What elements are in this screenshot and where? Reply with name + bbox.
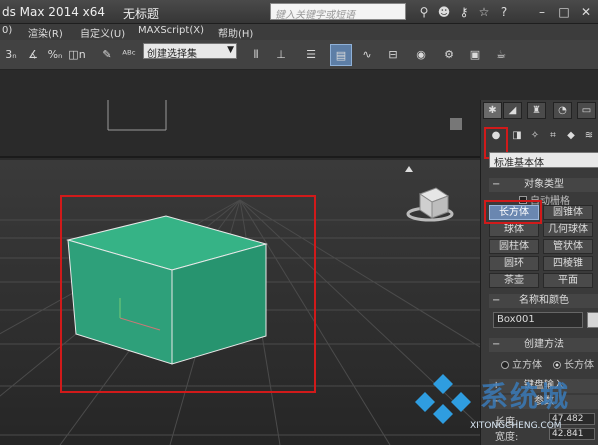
percent-snap-button[interactable]: %ₙ bbox=[44, 44, 66, 66]
sphere-button[interactable]: 球体 bbox=[489, 222, 539, 237]
render-setup-icon[interactable]: ⚙ bbox=[438, 44, 460, 66]
star-icon[interactable]: ☆ bbox=[476, 4, 492, 20]
pyramid-button[interactable]: 四棱锥 bbox=[543, 256, 593, 271]
spinner-label: n bbox=[78, 48, 86, 61]
menu-rendering[interactable]: 渲染(R) bbox=[28, 25, 63, 40]
width-label: 宽度: bbox=[495, 432, 519, 443]
edit-named-selection-icon[interactable]: ✎ bbox=[96, 44, 118, 66]
highlight-box-button bbox=[484, 200, 542, 224]
cone-button[interactable]: 圆锥体 bbox=[543, 205, 593, 220]
geosphere-button[interactable]: 几何球体 bbox=[543, 222, 593, 237]
viewport-perspective[interactable] bbox=[0, 160, 480, 445]
tube-button[interactable]: 管状体 bbox=[543, 239, 593, 254]
viewcube-icon bbox=[450, 118, 462, 130]
creation-method-header[interactable]: − 创建方法 bbox=[489, 338, 598, 352]
mirror-icon[interactable]: ⫴ bbox=[245, 44, 267, 66]
cube-radio[interactable]: 立方体 bbox=[501, 356, 542, 371]
angle-snap-icon[interactable]: ∡ bbox=[22, 44, 44, 66]
curve-editor-icon[interactable]: ∿ bbox=[356, 44, 378, 66]
plane-button[interactable]: 平面 bbox=[543, 273, 593, 288]
menu-views[interactable]: 0) bbox=[2, 25, 12, 36]
schematic-view-icon[interactable]: ⊟ bbox=[382, 44, 404, 66]
name-color-label: 名称和颜色 bbox=[519, 295, 569, 306]
cube-radio-label: 立方体 bbox=[512, 360, 542, 371]
material-editor-icon[interactable]: ◉ bbox=[410, 44, 432, 66]
title-bar: ds Max 2014 x64 无标题 键入关键字或短语 ⚲ ☻ ⚷ ☆ ? –… bbox=[0, 0, 598, 24]
community-icon[interactable]: ☻ bbox=[436, 4, 452, 20]
watermark-text: 系统城 bbox=[480, 380, 571, 413]
binoculars-icon[interactable]: ⚲ bbox=[416, 4, 432, 20]
hierarchy-tab[interactable]: ♜ bbox=[527, 102, 546, 119]
percent-label: % bbox=[47, 48, 59, 61]
close-icon[interactable]: ✕ bbox=[578, 4, 594, 20]
scene-explorer-icon[interactable]: ▤ bbox=[330, 44, 352, 66]
helpers-icon[interactable]: ◆ bbox=[563, 128, 579, 144]
menu-help[interactable]: 帮助(H) bbox=[218, 25, 253, 40]
key-icon[interactable]: ⚷ bbox=[456, 4, 472, 20]
torus-button[interactable]: 圆环 bbox=[489, 256, 539, 271]
cameras-icon[interactable]: ⌗ bbox=[545, 128, 561, 144]
search-input[interactable]: 键入关键字或短语 bbox=[270, 3, 406, 20]
restore-icon[interactable]: □ bbox=[556, 4, 572, 20]
object-type-header[interactable]: − 对象类型 bbox=[489, 178, 598, 192]
menu-customize[interactable]: 自定义(U) bbox=[80, 25, 125, 40]
box-radio[interactable]: 长方体 bbox=[553, 356, 594, 371]
lights-icon[interactable]: ✧ bbox=[527, 128, 543, 144]
motion-tab[interactable]: ◔ bbox=[553, 102, 572, 119]
main-toolbar: 3ₙ ∡ %ₙ ◫n ✎ ᴬᴮᶜ 创建选择集 ▼ ⫴ ⊥ ☰ ▤ ∿ ⊟ ◉ ⚙… bbox=[0, 40, 598, 70]
layer-manager-icon[interactable]: ☰ bbox=[300, 44, 322, 66]
highlight-viewport-box bbox=[60, 195, 316, 393]
box-radio-label: 长方体 bbox=[564, 360, 594, 371]
creation-method-label: 创建方法 bbox=[524, 339, 564, 350]
abc-icon[interactable]: ᴬᴮᶜ bbox=[118, 44, 140, 66]
spacewarps-icon[interactable]: ≋ bbox=[581, 128, 597, 144]
category-dropdown[interactable]: 标准基本体 bbox=[489, 152, 598, 169]
create-tab[interactable]: ✱ bbox=[483, 102, 502, 119]
watermark-logo-icon bbox=[415, 370, 471, 424]
help-icon[interactable]: ? bbox=[496, 4, 512, 20]
app-title: ds Max 2014 x64 bbox=[2, 5, 106, 19]
cylinder-button[interactable]: 圆柱体 bbox=[489, 239, 539, 254]
selection-set-value: 创建选择集 bbox=[147, 49, 197, 60]
snap-label: 3 bbox=[5, 48, 13, 61]
spinner-snap-button[interactable]: ◫n bbox=[66, 44, 88, 66]
align-icon[interactable]: ⊥ bbox=[270, 44, 292, 66]
object-color-swatch[interactable] bbox=[587, 312, 598, 328]
object-name-field[interactable]: Box001 bbox=[493, 312, 583, 328]
menu-maxscript[interactable]: MAXScript(X) bbox=[138, 25, 204, 36]
display-tab[interactable]: ▭ bbox=[577, 102, 596, 119]
radio-dot bbox=[501, 361, 509, 369]
object-type-label: 对象类型 bbox=[524, 179, 564, 190]
snap-toggle-button[interactable]: 3ₙ bbox=[0, 44, 22, 66]
menu-bar: 0) 渲染(R) 自定义(U) MAXScript(X) 帮助(H) bbox=[0, 24, 598, 40]
document-title: 无标题 bbox=[123, 7, 160, 21]
3ds-max-window: ds Max 2014 x64 无标题 键入关键字或短语 ⚲ ☻ ⚷ ☆ ? –… bbox=[0, 0, 598, 445]
teapot-button[interactable]: 茶壶 bbox=[489, 273, 539, 288]
name-color-header[interactable]: − 名称和颜色 bbox=[489, 294, 598, 308]
minimize-icon[interactable]: – bbox=[534, 4, 550, 20]
shapes-icon[interactable]: ◨ bbox=[509, 128, 525, 144]
viewport-top-canvas bbox=[107, 100, 462, 131]
named-selection-dropdown[interactable]: 创建选择集 ▼ bbox=[143, 43, 237, 60]
chevron-down-icon: ▼ bbox=[227, 45, 234, 55]
watermark-url: XITONGCHENG.COM bbox=[470, 421, 562, 431]
render-frame-icon[interactable]: ▣ bbox=[464, 44, 486, 66]
radio-dot-selected bbox=[553, 361, 561, 369]
viewport-top[interactable] bbox=[0, 70, 480, 158]
modify-tab[interactable]: ◢ bbox=[503, 102, 522, 119]
render-teapot-icon[interactable]: ☕ bbox=[490, 44, 512, 66]
